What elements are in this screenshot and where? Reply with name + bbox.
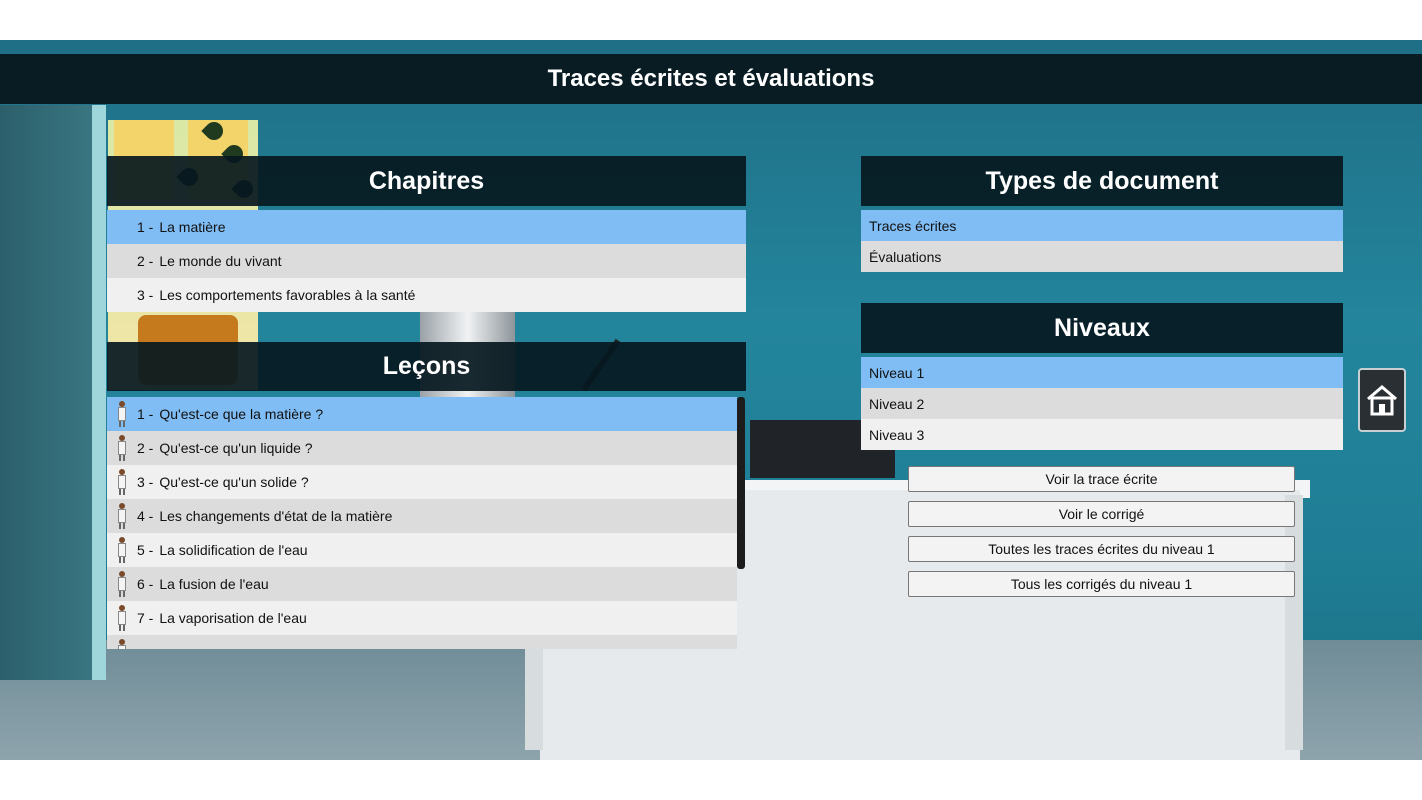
lesson-item-partial[interactable] xyxy=(107,635,737,649)
home-icon xyxy=(1367,385,1397,416)
chapter-item[interactable]: 3 - Les comportements favorables à la san… xyxy=(107,278,746,312)
level-item[interactable]: Niveau 3 xyxy=(861,419,1343,450)
chapters-title: Chapitres xyxy=(107,156,746,206)
chapter-item[interactable]: 1 - La matière xyxy=(107,210,746,244)
lesson-item[interactable]: 7 - La vaporisation de l'eau xyxy=(107,601,737,635)
door xyxy=(0,105,95,680)
person-icon xyxy=(115,571,129,597)
doc-type-item[interactable]: Évaluations xyxy=(861,241,1343,272)
chapters-list: 1 - La matière 2 - Le monde du vivant 3 -L… xyxy=(107,210,746,312)
level-item[interactable]: Niveau 1 xyxy=(861,357,1343,388)
level-item[interactable]: Niveau 2 xyxy=(861,388,1343,419)
doc-types-title: Types de document xyxy=(861,156,1343,206)
person-icon xyxy=(115,503,129,529)
view-corrige-button[interactable]: Voir le corrigé xyxy=(908,501,1295,527)
lessons-list[interactable]: 1 - Qu'est-ce que la matière ? 2 - Qu'est-… xyxy=(107,397,745,649)
home-button[interactable] xyxy=(1358,368,1406,432)
lesson-item[interactable]: 3 - Qu'est-ce qu'un solide ? xyxy=(107,465,737,499)
person-icon xyxy=(115,401,129,427)
all-traces-button[interactable]: Toutes les traces écrites du niveau 1 xyxy=(908,536,1295,562)
door-edge xyxy=(92,105,106,680)
person-icon xyxy=(115,435,129,461)
lessons-title: Leçons xyxy=(107,342,746,391)
chapter-item[interactable]: 2 - Le monde du vivant xyxy=(107,244,746,278)
lessons-scrollbar[interactable] xyxy=(737,397,745,569)
lesson-item[interactable]: 6 - La fusion de l'eau xyxy=(107,567,737,601)
person-icon xyxy=(115,639,129,649)
levels-list: Niveau 1 Niveau 2 Niveau 3 xyxy=(861,357,1343,450)
page-title: Traces écrites et évaluations xyxy=(547,65,875,92)
levels-title: Niveaux xyxy=(861,303,1343,353)
title-bar: Traces écrites et évaluations xyxy=(0,54,1422,104)
doc-types-list: Traces écrites Évaluations xyxy=(861,210,1343,272)
lesson-item[interactable]: 1 - Qu'est-ce que la matière ? xyxy=(107,397,737,431)
view-trace-button[interactable]: Voir la trace écrite xyxy=(908,466,1295,492)
lesson-item[interactable]: 5 - La solidification de l'eau xyxy=(107,533,737,567)
person-icon xyxy=(115,469,129,495)
lesson-item[interactable]: 4 - Les changements d'état de la matière xyxy=(107,499,737,533)
doc-type-item[interactable]: Traces écrites xyxy=(861,210,1343,241)
all-corriges-button[interactable]: Tous les corrigés du niveau 1 xyxy=(908,571,1295,597)
person-icon xyxy=(115,537,129,563)
person-icon xyxy=(115,605,129,631)
lesson-item[interactable]: 2 - Qu'est-ce qu'un liquide ? xyxy=(107,431,737,465)
